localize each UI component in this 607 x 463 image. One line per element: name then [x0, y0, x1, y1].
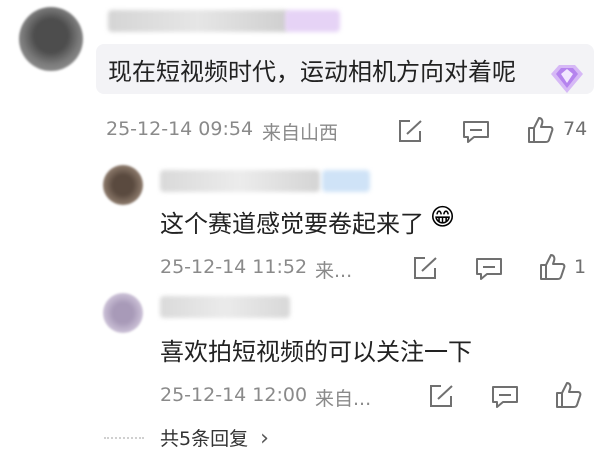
share-icon[interactable]: [427, 383, 457, 409]
user-badge: [285, 10, 340, 32]
comment-location: 来...: [315, 260, 353, 282]
like-count: 74: [563, 118, 588, 140]
like-icon[interactable]: [553, 380, 583, 410]
view-replies-label: 共5条回复: [160, 428, 249, 450]
comment-text: 这个赛道感觉要卷起来了: [160, 210, 424, 238]
share-icon[interactable]: [396, 118, 426, 144]
share-icon[interactable]: [411, 255, 441, 281]
comment-time: 25-12-14 09:54: [106, 118, 254, 140]
comment-location: 来自山西: [262, 122, 339, 144]
avatar[interactable]: [103, 165, 143, 205]
chevron-right-icon: ›: [260, 426, 269, 451]
grin-emoji-icon: 😁: [430, 203, 456, 231]
like-count: 1: [574, 256, 587, 278]
gem-badge-icon: [545, 62, 589, 96]
comment-time: 25-12-14 11:52: [160, 256, 308, 278]
avatar[interactable]: [19, 7, 83, 71]
avatar[interactable]: [103, 293, 143, 333]
username[interactable]: [108, 10, 288, 32]
username[interactable]: [160, 170, 320, 192]
username[interactable]: [160, 296, 290, 318]
reply-icon[interactable]: [461, 119, 491, 145]
like-icon[interactable]: [525, 115, 555, 145]
comment-time: 25-12-14 12:00: [160, 384, 308, 406]
comment-text: 喜欢拍短视频的可以关注一下: [160, 338, 472, 366]
replies-divider: [104, 437, 144, 439]
comment-text: 现在短视频时代，运动相机方向对着呢: [108, 58, 516, 86]
reply-icon[interactable]: [490, 384, 520, 410]
reply-icon[interactable]: [474, 256, 504, 282]
view-replies-link[interactable]: 共5条回复 ›: [160, 424, 269, 451]
comment-location: 来自...: [315, 388, 372, 410]
user-badge: [322, 170, 370, 192]
like-icon[interactable]: [537, 252, 567, 282]
